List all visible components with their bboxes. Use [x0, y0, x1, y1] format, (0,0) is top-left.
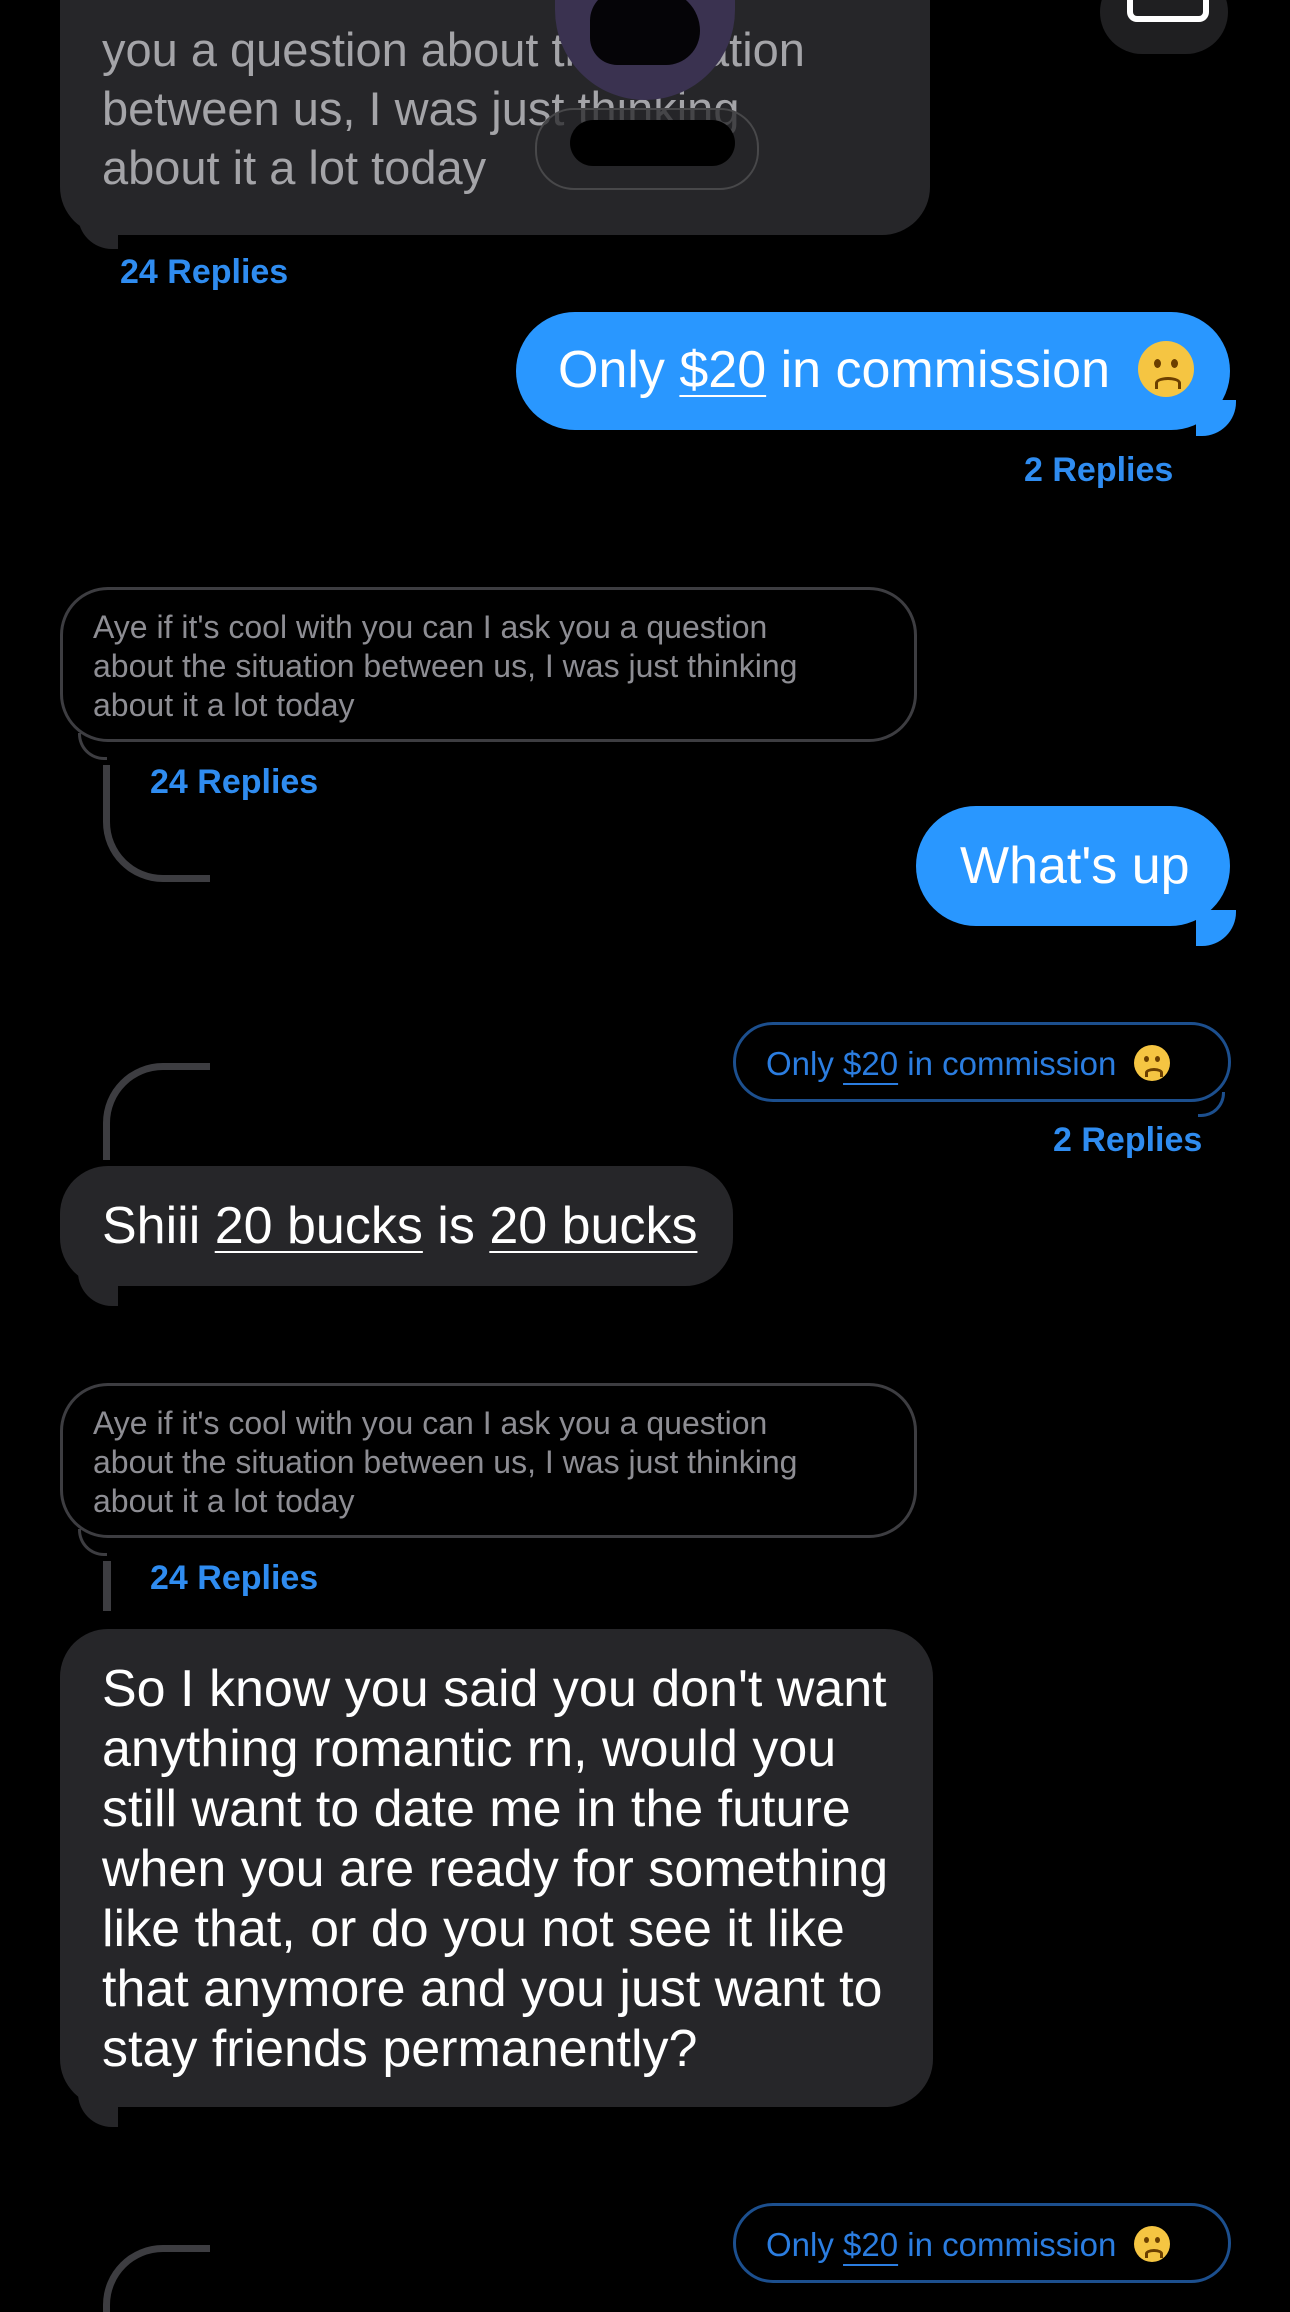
- quote-text: Aye if it's cool with you can I ask you …: [93, 1405, 768, 1441]
- quote-text: in commission: [898, 2226, 1117, 2263]
- money-link[interactable]: $20: [843, 1045, 898, 1082]
- message-text: about it a lot today: [102, 141, 487, 194]
- message-text: What's up: [960, 837, 1190, 895]
- message-bubble-incoming[interactable]: you a question about the situation betwe…: [60, 0, 930, 235]
- quote-tail: [78, 1529, 107, 1556]
- quoted-message[interactable]: Aye if it's cool with you can I ask you …: [60, 1383, 917, 1538]
- message-bubble-incoming[interactable]: Shiii 20 bucks is 20 bucks: [60, 1166, 733, 1286]
- bubble-tail: [78, 1270, 118, 1306]
- quoted-message[interactable]: Only $20 in commission: [733, 1022, 1231, 1102]
- thread-replies-link[interactable]: 24 Replies: [120, 253, 288, 292]
- money-link[interactable]: $20: [679, 341, 766, 399]
- quote-text: Only: [766, 2226, 844, 2263]
- message-text: anything romantic rn, would you: [102, 1720, 837, 1778]
- quote-text: in commission: [898, 1045, 1117, 1082]
- quote-text: Aye if it's cool with you can I ask you …: [93, 609, 768, 645]
- quote-tail: [1198, 1092, 1225, 1117]
- redacted-name: [570, 120, 735, 166]
- quote-text: about the situation between us, I was ju…: [93, 648, 798, 684]
- thread-connector-line: [103, 1063, 210, 1160]
- video-camera-icon: [1127, 0, 1209, 22]
- message-text: still want to date me in the future: [102, 1780, 851, 1838]
- message-text: is: [422, 1197, 490, 1255]
- quote-text: about the situation between us, I was ju…: [93, 1444, 798, 1480]
- message-text: in commission: [766, 341, 1111, 399]
- thread-connector-line: [103, 765, 210, 882]
- quote-text: about it a lot today: [93, 687, 355, 723]
- thread-replies-link[interactable]: 2 Replies: [1053, 1121, 1202, 1160]
- person-avatar-icon: [590, 0, 700, 65]
- frowning-face-emoji-icon: [1133, 1045, 1170, 1082]
- bubble-tail: [78, 2091, 118, 2127]
- frowning-face-emoji-icon: [1138, 341, 1195, 398]
- message-bubble-outgoing[interactable]: What's up: [916, 806, 1230, 926]
- thread-connector-line: [103, 2245, 210, 2312]
- message-bubble-outgoing[interactable]: Only $20 in commission: [516, 312, 1230, 430]
- message-text: Shiii: [102, 1197, 215, 1255]
- bubble-tail: [1196, 910, 1236, 946]
- bubble-tail: [78, 213, 118, 249]
- message-bubble-incoming[interactable]: So I know you said you don't want anythi…: [60, 1629, 933, 2107]
- bubble-tail: [1196, 400, 1236, 436]
- frowning-face-emoji-icon: [1133, 2226, 1170, 2263]
- money-link[interactable]: 20 bucks: [215, 1197, 423, 1255]
- message-text: So I know you said you don't want: [102, 1660, 887, 1718]
- message-text: like that, or do you not see it like: [102, 1900, 845, 1958]
- quoted-message[interactable]: Aye if it's cool with you can I ask you …: [60, 587, 917, 742]
- quote-text: about it a lot today: [93, 1483, 355, 1519]
- quoted-message[interactable]: Only $20 in commission: [733, 2203, 1231, 2283]
- message-text: you a question about the situation: [102, 23, 805, 76]
- message-text: between us, I was just thinking: [102, 82, 740, 135]
- money-link[interactable]: $20: [843, 2226, 898, 2263]
- thread-replies-link[interactable]: 24 Replies: [150, 1559, 318, 1598]
- quote-tail: [78, 733, 107, 760]
- message-text: Only: [558, 341, 680, 399]
- quote-text: Only: [766, 1045, 844, 1082]
- money-link[interactable]: 20 bucks: [489, 1197, 697, 1255]
- message-text: that anymore and you just want to: [102, 1960, 883, 2018]
- message-text: when you are ready for something: [102, 1840, 889, 1898]
- message-text: stay friends permanently?: [102, 2020, 698, 2078]
- thread-connector-line: [103, 1561, 111, 1611]
- thread-replies-link[interactable]: 2 Replies: [1024, 451, 1173, 490]
